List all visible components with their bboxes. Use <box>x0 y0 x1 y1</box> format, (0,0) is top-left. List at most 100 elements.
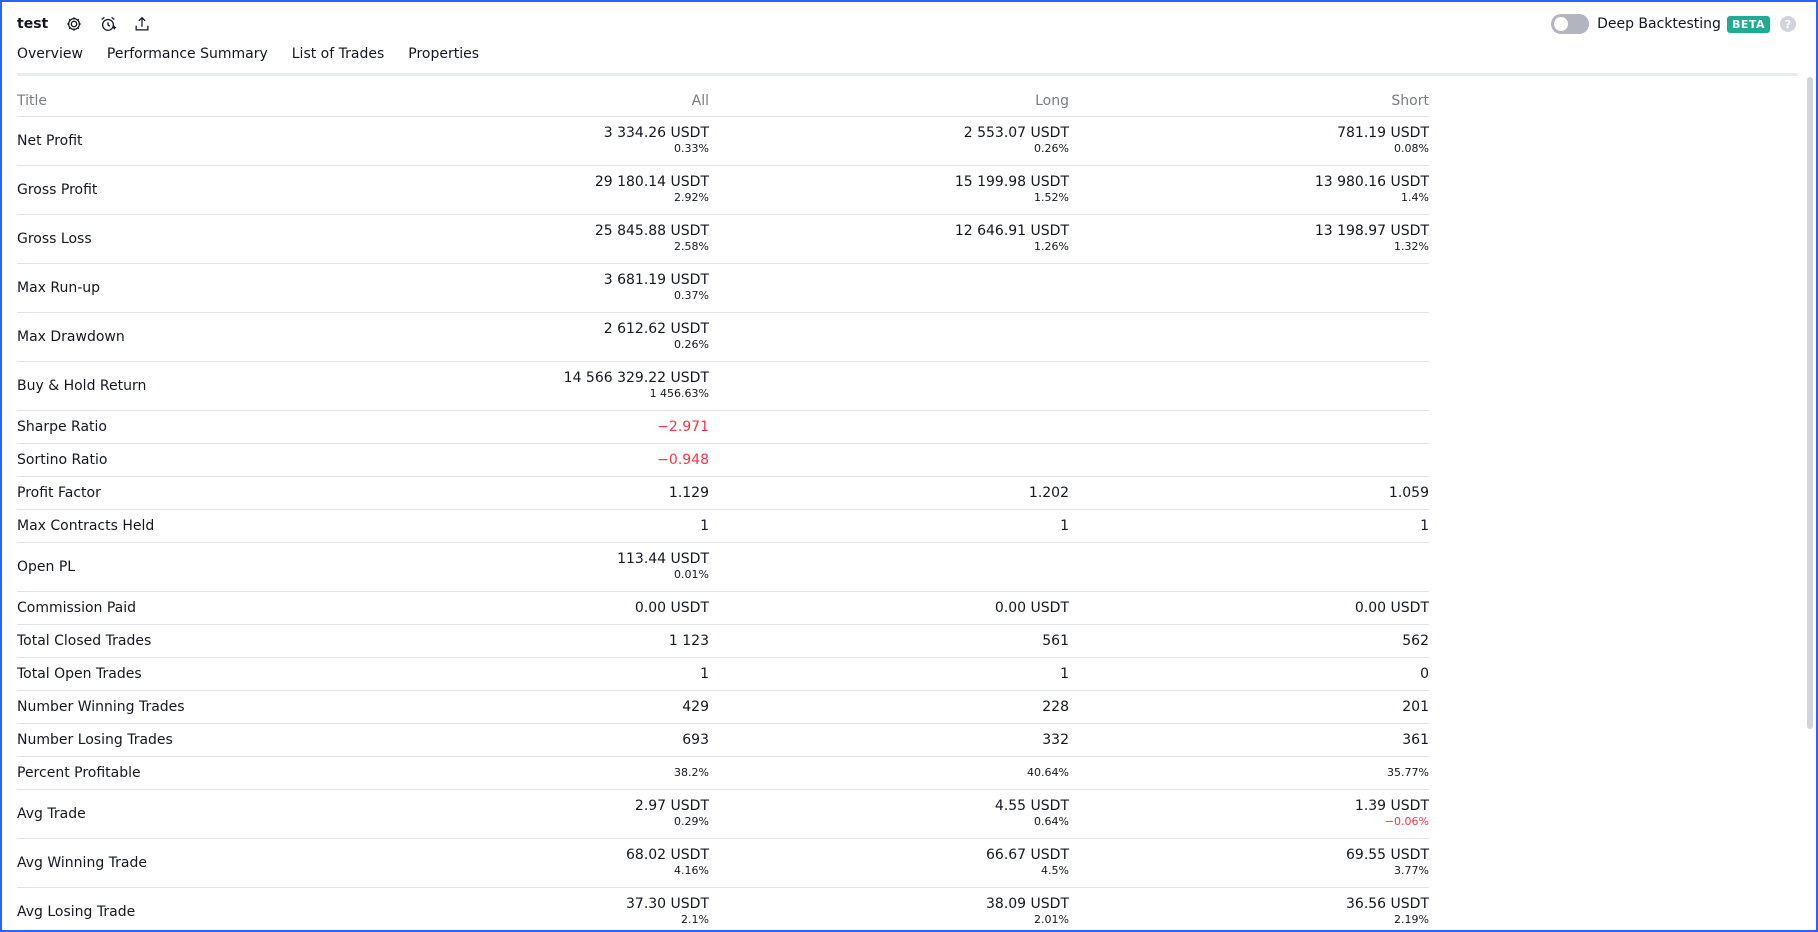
cell-short: 1.059 <box>1069 475 1429 509</box>
cell-short: 13 198.97 USDT 1.32% <box>1069 213 1429 263</box>
percent: 3.77% <box>1394 863 1429 877</box>
value: 2 553.07 USDT <box>963 124 1069 141</box>
percent: 1.4% <box>1401 190 1429 204</box>
row-title: Avg Losing Trade <box>17 886 417 930</box>
cell-long: 228 <box>709 689 1069 723</box>
row-title: Net Profit <box>17 115 417 165</box>
tab-properties[interactable]: Properties <box>408 46 479 76</box>
cell-all: 29 180.14 USDT 2.92% <box>417 164 709 214</box>
beta-badge: BETA <box>1726 15 1770 33</box>
cell-all: 429 <box>417 689 709 723</box>
value: 2.97 USDT <box>634 797 709 814</box>
table-row: Total Closed Trades 1 123 561 562 <box>17 623 1429 657</box>
cell-short: 0 <box>1069 656 1429 690</box>
cell-all: 1 <box>417 508 709 542</box>
vertical-scrollbar[interactable] <box>1807 77 1813 729</box>
percent: −0.06% <box>1384 814 1429 828</box>
cell-long: 332 <box>709 722 1069 756</box>
value: 2 612.62 USDT <box>603 320 709 337</box>
row-title: Open PL <box>17 541 417 591</box>
value: 69.55 USDT <box>1346 846 1429 863</box>
cell-all: 2 612.62 USDT 0.26% <box>417 311 709 361</box>
cell-all: −0.948 <box>417 442 709 476</box>
table-row: Sharpe Ratio −2.971 <box>17 409 1429 443</box>
cell-long: 40.64% <box>709 755 1069 789</box>
tab-list-of-trades[interactable]: List of Trades <box>292 46 385 76</box>
column-header-short: Short <box>1391 92 1429 109</box>
cell-short: 13 980.16 USDT 1.4% <box>1069 164 1429 214</box>
alarm-add-icon[interactable] <box>98 14 118 34</box>
value: 38.09 USDT <box>986 895 1069 912</box>
cell-long: 2 553.07 USDT 0.26% <box>709 115 1069 165</box>
cell-short: 781.19 USDT 0.08% <box>1069 115 1429 165</box>
row-title: Gross Profit <box>17 164 417 214</box>
strategy-toolbar: test Deep Backtesting BETA ? <box>17 12 1796 36</box>
row-title: Gross Loss <box>17 213 417 263</box>
tab-overview[interactable]: Overview <box>17 46 83 76</box>
cell-all: 25 845.88 USDT 2.58% <box>417 213 709 263</box>
value: 781.19 USDT <box>1337 124 1429 141</box>
percent: 0.01% <box>674 567 709 581</box>
table-row: Avg Trade 2.97 USDT 0.29% 4.55 USDT 0.64% … <box>17 788 1429 838</box>
cell-long: 561 <box>709 623 1069 657</box>
cell-long: 15 199.98 USDT 1.52% <box>709 164 1069 214</box>
cell-long: 12 646.91 USDT 1.26% <box>709 213 1069 263</box>
value: 25 845.88 USDT <box>594 222 709 239</box>
table-row: Number Winning Trades 429 228 201 <box>17 689 1429 723</box>
row-title: Avg Trade <box>17 788 417 838</box>
row-title: Number Losing Trades <box>17 722 417 756</box>
row-title: Number Winning Trades <box>17 689 417 723</box>
gear-icon[interactable] <box>64 14 84 34</box>
cell-all: 38.2% <box>417 755 709 789</box>
value: 13 980.16 USDT <box>1314 173 1429 190</box>
strategy-tester-panel: test Deep Backtesting BETA ? Overview Pe… <box>0 0 1818 932</box>
row-title: Sharpe Ratio <box>17 409 417 443</box>
percent: 0.33% <box>674 141 709 155</box>
column-header-title: Title <box>17 92 48 109</box>
percent: 0.08% <box>1394 141 1429 155</box>
percent: 0.64% <box>1034 814 1069 828</box>
percent: 1 456.63% <box>649 386 709 400</box>
table-row: Gross Loss 25 845.88 USDT 2.58% 12 646.91… <box>17 213 1429 263</box>
cell-short <box>1069 442 1429 476</box>
tab-performance-summary[interactable]: Performance Summary <box>106 46 268 76</box>
table-header-row: Title All Long Short <box>17 86 1429 116</box>
cell-all: 3 334.26 USDT 0.33% <box>417 115 709 165</box>
table-row: Buy & Hold Return 14 566 329.22 USDT 1 45… <box>17 360 1429 410</box>
deep-backtesting-toggle[interactable] <box>1551 14 1590 34</box>
cell-short: 1.39 USDT −0.06% <box>1069 788 1429 838</box>
cell-all: 2.97 USDT 0.29% <box>417 788 709 838</box>
cell-all: 0.00 USDT <box>417 590 709 624</box>
table-row: Net Profit 3 334.26 USDT 0.33% 2 553.07 U… <box>17 115 1429 165</box>
table-row: Percent Profitable 38.2% 40.64% 35.77% <box>17 755 1429 789</box>
cell-short <box>1069 360 1429 410</box>
column-header-all: All <box>691 92 709 109</box>
column-header-long: Long <box>1035 92 1069 109</box>
table-row: Gross Profit 29 180.14 USDT 2.92% 15 199.… <box>17 164 1429 214</box>
help-icon[interactable]: ? <box>1780 16 1796 32</box>
export-icon[interactable] <box>132 14 152 34</box>
cell-long: 0.00 USDT <box>709 590 1069 624</box>
value: 66.67 USDT <box>986 846 1069 863</box>
row-title: Percent Profitable <box>17 755 417 789</box>
cell-short <box>1069 409 1429 443</box>
value: 3 681.19 USDT <box>603 271 709 288</box>
deep-backtesting-label: Deep Backtesting <box>1597 16 1721 32</box>
strategy-name[interactable]: test <box>17 16 48 32</box>
cell-long <box>709 409 1069 443</box>
table-row: Max Run-up 3 681.19 USDT 0.37% <box>17 262 1429 312</box>
cell-long: 66.67 USDT 4.5% <box>709 837 1069 887</box>
table-row: Profit Factor 1.129 1.202 1.059 <box>17 475 1429 509</box>
value: 113.44 USDT <box>617 550 709 567</box>
percent: 2.58% <box>674 239 709 253</box>
cell-short: 361 <box>1069 722 1429 756</box>
value: 37.30 USDT <box>626 895 709 912</box>
value: 13 198.97 USDT <box>1314 222 1429 239</box>
row-title: Total Closed Trades <box>17 623 417 657</box>
cell-long <box>709 541 1069 591</box>
value: 3 334.26 USDT <box>603 124 709 141</box>
row-title: Buy & Hold Return <box>17 360 417 410</box>
value: 68.02 USDT <box>626 846 709 863</box>
percent: 2.1% <box>681 912 709 926</box>
tab-bar: Overview Performance Summary List of Tra… <box>17 46 503 76</box>
